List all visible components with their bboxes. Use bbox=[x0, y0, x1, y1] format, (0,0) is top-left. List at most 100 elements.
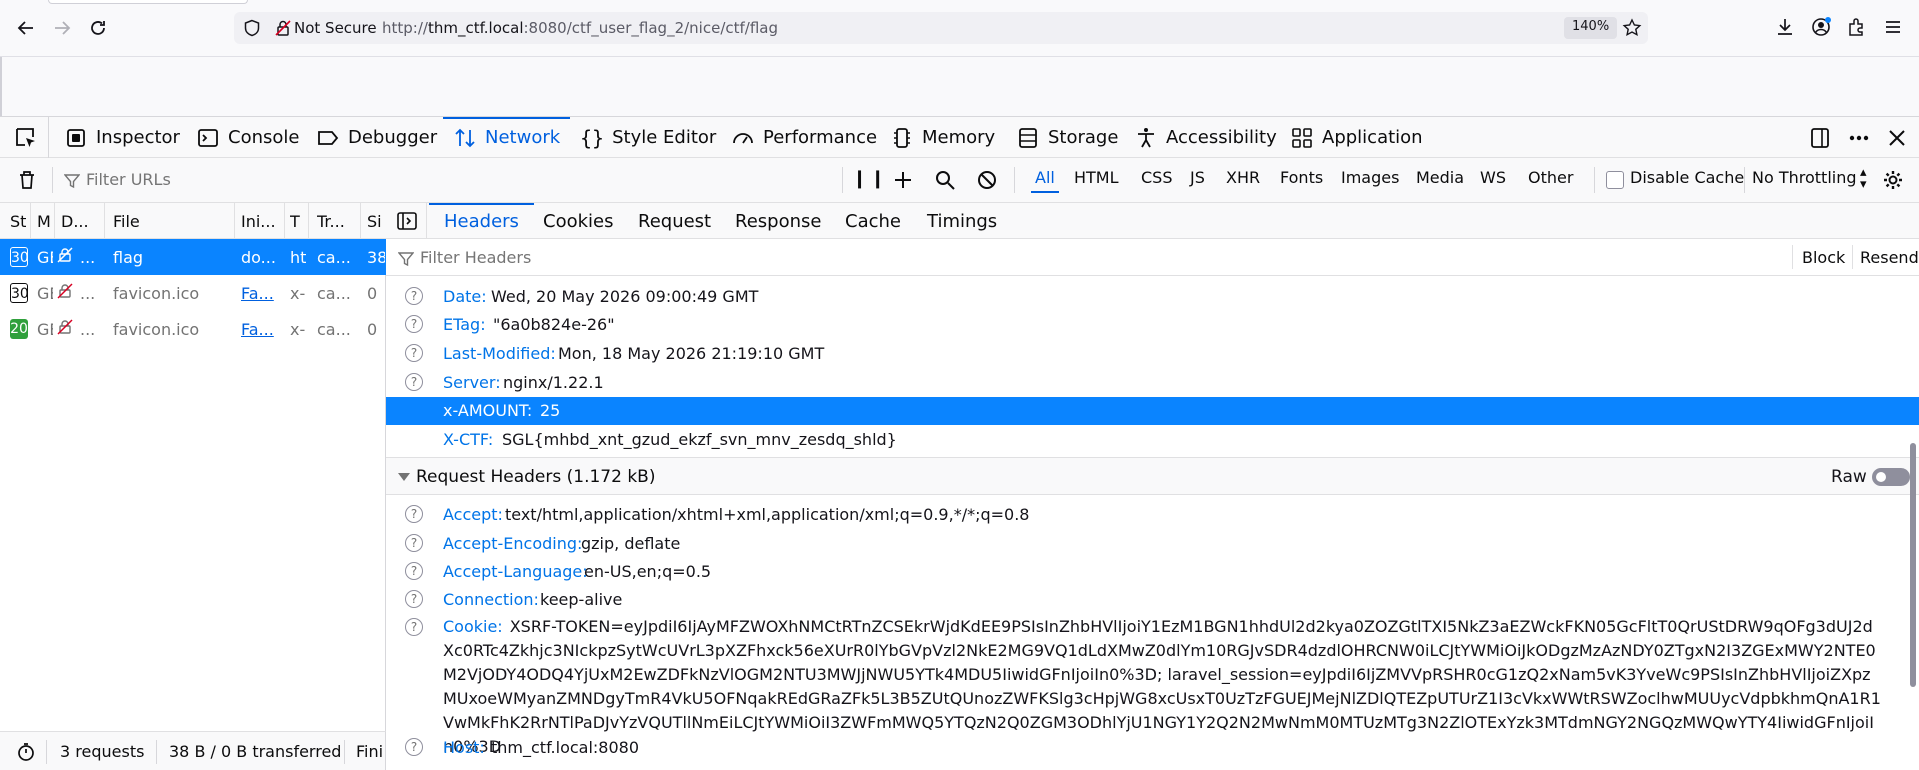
stopwatch-icon[interactable] bbox=[16, 742, 36, 762]
header-name: x-AMOUNT: bbox=[443, 401, 533, 420]
tab-timings[interactable]: Timings bbox=[927, 211, 997, 232]
tab-request[interactable]: Request bbox=[638, 211, 711, 232]
request-header-accept-language[interactable]: ? Accept-Language: en-US,en;q=0.5 bbox=[386, 558, 1919, 586]
tab-debugger[interactable]: Debugger bbox=[316, 117, 437, 158]
filter-urls-input[interactable] bbox=[86, 170, 826, 189]
tab-console[interactable]: Console bbox=[196, 117, 299, 158]
account-icon[interactable] bbox=[1810, 16, 1832, 38]
column-method[interactable]: M bbox=[37, 212, 51, 231]
bookmark-star-icon[interactable] bbox=[1622, 18, 1642, 38]
back-button[interactable] bbox=[12, 14, 40, 42]
filter-type-js[interactable]: JS bbox=[1190, 168, 1205, 187]
tab-application[interactable]: Application bbox=[1290, 117, 1423, 158]
tab-cache[interactable]: Cache bbox=[845, 211, 901, 232]
column-domain[interactable]: D... bbox=[61, 212, 101, 231]
response-header-x-amount[interactable]: x-AMOUNT: 25 bbox=[386, 397, 1919, 425]
request-header-host[interactable]: ? Host: thm_ctf.local:8080 bbox=[386, 734, 1919, 762]
collapse-triangle-icon[interactable] bbox=[398, 473, 410, 481]
request-initiator-link[interactable]: Fa... bbox=[241, 284, 281, 303]
filter-headers-input[interactable] bbox=[420, 248, 1720, 267]
trash-icon[interactable] bbox=[16, 169, 38, 191]
help-icon[interactable]: ? bbox=[405, 344, 423, 362]
url-field[interactable]: Not Secure http://thm_ctf.local:8080/ctf… bbox=[234, 12, 1648, 44]
resend-button[interactable]: Resend bbox=[1860, 248, 1919, 267]
column-initiator[interactable]: Ini... bbox=[241, 212, 281, 231]
pause-icon[interactable]: ❙❙ bbox=[852, 168, 888, 189]
filter-type-media[interactable]: Media bbox=[1416, 168, 1464, 187]
help-icon[interactable]: ? bbox=[405, 618, 423, 636]
help-icon[interactable]: ? bbox=[405, 590, 423, 608]
response-header-x-ctf[interactable]: X-CTF: SGL{mhbd_xnt_gzud_ekzf_svn_mnv_ze… bbox=[386, 426, 1919, 454]
tab-style-editor[interactable]: {} Style Editor bbox=[580, 117, 716, 158]
tab-network[interactable]: Network bbox=[442, 117, 571, 158]
column-size[interactable]: Si bbox=[367, 212, 385, 231]
filter-type-ws[interactable]: WS bbox=[1480, 168, 1506, 187]
downloads-icon[interactable] bbox=[1774, 16, 1796, 38]
request-row[interactable]: 30 GE ... flag do... ht ca... 38 bbox=[0, 239, 386, 275]
block-requests-icon[interactable] bbox=[976, 169, 998, 191]
response-header-server[interactable]: ? Server: nginx/1.22.1 bbox=[386, 369, 1919, 397]
details-scrollbar[interactable] bbox=[1910, 443, 1916, 687]
tab-response[interactable]: Response bbox=[735, 211, 821, 232]
raw-toggle[interactable] bbox=[1872, 468, 1910, 486]
search-icon[interactable] bbox=[934, 169, 956, 191]
request-row[interactable]: 20 GE ... favicon.ico Fa... x-i ca... 0 bbox=[0, 311, 386, 347]
request-header-accept[interactable]: ? Accept: text/html,application/xhtml+xm… bbox=[386, 501, 1919, 529]
response-header-etag[interactable]: ? ETag: "6a0b824e-26" bbox=[386, 311, 1919, 339]
url-text[interactable]: http://thm_ctf.local:8080/ctf_user_flag_… bbox=[382, 19, 778, 37]
request-headers-section[interactable]: Request Headers (1.172 kB) Raw bbox=[386, 457, 1919, 495]
tracking-shield-icon[interactable] bbox=[243, 19, 261, 37]
tab-accessibility[interactable]: Accessibility bbox=[1134, 117, 1277, 158]
dock-side-icon[interactable] bbox=[1808, 126, 1832, 150]
help-icon[interactable]: ? bbox=[405, 373, 423, 391]
filter-type-xhr[interactable]: XHR bbox=[1226, 168, 1260, 187]
filter-type-html[interactable]: HTML bbox=[1074, 168, 1119, 187]
column-transferred[interactable]: Tr... bbox=[317, 212, 353, 231]
tab-storage[interactable]: Storage bbox=[1016, 117, 1118, 158]
throttling-select[interactable]: No Throttling bbox=[1752, 168, 1857, 187]
not-secure-label[interactable]: Not Secure bbox=[294, 19, 377, 37]
reload-button[interactable] bbox=[84, 14, 112, 42]
help-icon[interactable]: ? bbox=[405, 505, 423, 523]
tab-headers[interactable]: Headers bbox=[429, 203, 534, 232]
request-row[interactable]: 30 GE ... favicon.ico Fa... x-i ca... 0 bbox=[0, 275, 386, 311]
request-header-cookie[interactable]: ? Cookie: XSRF-TOKEN=eyJpdiI6IjAyMFZWOXhN… bbox=[386, 614, 1919, 756]
disable-cache-checkbox[interactable] bbox=[1606, 171, 1624, 189]
filter-type-images[interactable]: Images bbox=[1341, 168, 1399, 187]
tab-performance[interactable]: Performance bbox=[731, 117, 877, 158]
request-header-accept-encoding[interactable]: ? Accept-Encoding: gzip, deflate bbox=[386, 530, 1919, 558]
tab-memory[interactable]: Memory bbox=[890, 117, 995, 158]
extensions-icon[interactable] bbox=[1846, 16, 1868, 38]
filter-type-fonts[interactable]: Fonts bbox=[1280, 168, 1323, 187]
more-options-icon[interactable] bbox=[1847, 126, 1871, 150]
tab-inspector[interactable]: Inspector bbox=[64, 117, 180, 158]
column-status[interactable]: St bbox=[10, 212, 26, 231]
insecure-lock-icon[interactable] bbox=[274, 19, 292, 37]
settings-gear-icon[interactable] bbox=[1882, 169, 1904, 191]
request-initiator-link[interactable]: Fa... bbox=[241, 320, 281, 339]
help-icon[interactable]: ? bbox=[405, 315, 423, 333]
response-header-date[interactable]: ? Date: Wed, 20 May 2026 09:00:49 GMT bbox=[386, 283, 1919, 311]
block-button[interactable]: Block bbox=[1802, 248, 1845, 267]
help-icon[interactable]: ? bbox=[405, 562, 423, 580]
help-icon[interactable]: ? bbox=[405, 738, 423, 756]
column-type[interactable]: T bbox=[290, 212, 304, 231]
filter-type-other[interactable]: Other bbox=[1528, 168, 1573, 187]
toggle-sidebar-icon[interactable] bbox=[396, 211, 418, 231]
tab-cookies[interactable]: Cookies bbox=[543, 211, 613, 232]
zoom-indicator[interactable]: 140% bbox=[1564, 17, 1618, 39]
browser-tab[interactable] bbox=[48, 0, 248, 4]
element-picker-icon[interactable] bbox=[14, 126, 38, 150]
help-icon[interactable]: ? bbox=[405, 534, 423, 552]
request-header-connection[interactable]: ? Connection: keep-alive bbox=[386, 586, 1919, 614]
filter-type-all[interactable]: All bbox=[1031, 168, 1059, 193]
close-devtools-icon[interactable] bbox=[1886, 127, 1908, 149]
menu-icon[interactable] bbox=[1882, 16, 1904, 38]
filter-type-css[interactable]: CSS bbox=[1141, 168, 1172, 187]
column-file[interactable]: File bbox=[113, 212, 193, 231]
disable-cache-label[interactable]: Disable Cache bbox=[1630, 168, 1744, 187]
response-header-last-modified[interactable]: ? Last-Modified: Mon, 18 May 2026 21:19:… bbox=[386, 340, 1919, 368]
add-icon[interactable] bbox=[892, 169, 914, 191]
forward-button[interactable] bbox=[48, 14, 76, 42]
help-icon[interactable]: ? bbox=[405, 287, 423, 305]
